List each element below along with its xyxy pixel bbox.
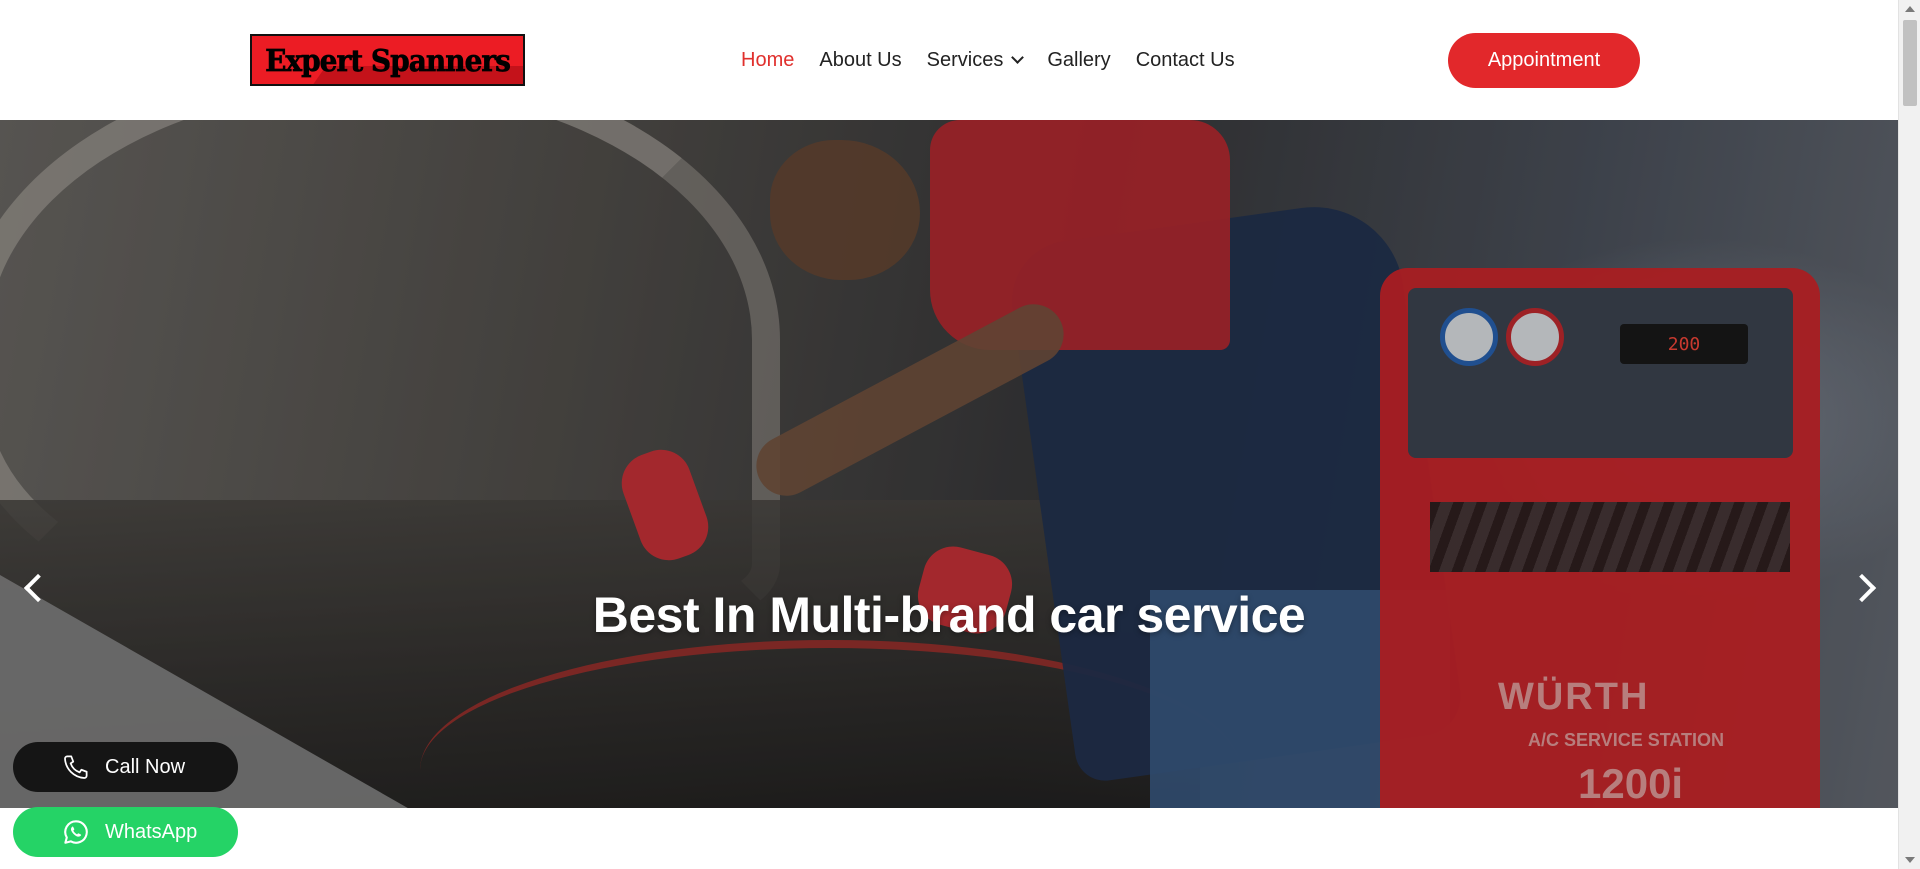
site-header: Expert Spanners Home About Us Services G… <box>0 0 1898 120</box>
nav-item-services[interactable]: Services <box>926 48 1025 72</box>
hero-overlay <box>0 120 1898 808</box>
whatsapp-label: WhatsApp <box>105 820 198 843</box>
phone-icon <box>61 752 91 782</box>
call-now-button[interactable]: Call Now <box>13 742 238 792</box>
logo-text: Expert Spanners <box>265 42 511 78</box>
nav-item-contact-us[interactable]: Contact Us <box>1136 49 1235 72</box>
hero-slider: 200 WÜRTH A/C SERVICE STATION 1200i Best… <box>0 120 1898 808</box>
appointment-button[interactable]: Appointment <box>1448 33 1640 88</box>
page-scrollbar[interactable] <box>1898 0 1920 869</box>
chevron-down-icon <box>1011 50 1025 64</box>
scroll-up-arrow-icon[interactable] <box>1905 6 1915 12</box>
logo[interactable]: Expert Spanners <box>250 34 525 86</box>
main-nav: Home About Us Services Gallery Contact U… <box>741 46 1260 74</box>
slider-prev-button[interactable] <box>12 568 52 608</box>
scroll-down-arrow-icon[interactable] <box>1905 857 1915 863</box>
whatsapp-button[interactable]: WhatsApp <box>13 807 238 857</box>
call-now-label: Call Now <box>105 755 186 778</box>
nav-item-gallery[interactable]: Gallery <box>1047 49 1110 72</box>
whatsapp-icon <box>61 817 91 847</box>
hero-title: Best In Multi-brand car service <box>592 586 1306 643</box>
nav-item-services-label: Services <box>926 48 1004 71</box>
nav-item-home[interactable]: Home <box>741 49 794 72</box>
page: Expert Spanners Home About Us Services G… <box>0 0 1920 869</box>
scrollbar-thumb[interactable] <box>1903 20 1917 106</box>
slider-next-button[interactable] <box>1846 568 1886 608</box>
nav-item-about-us[interactable]: About Us <box>819 49 901 72</box>
